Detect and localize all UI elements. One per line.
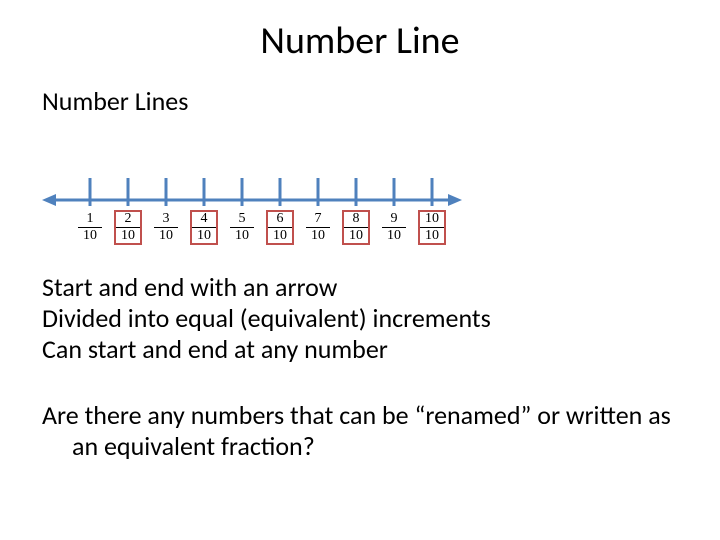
bullet-3: Can start and end at any number xyxy=(42,334,491,365)
body-text: Start and end with an arrow Divided into… xyxy=(42,272,491,366)
tick-label-2: 210 xyxy=(116,212,140,243)
tick-label-8: 810 xyxy=(344,212,368,243)
tick-label-3: 310 xyxy=(154,212,178,243)
tick-label-1: 110 xyxy=(78,212,102,243)
tick-label-10: 1010 xyxy=(420,212,444,243)
tick-label-4: 410 xyxy=(192,212,216,243)
bullet-1: Start and end with an arrow xyxy=(42,272,491,303)
slide-title: Number Line xyxy=(0,18,720,64)
tick-label-7: 710 xyxy=(306,212,330,243)
bullet-2: Divided into equal (equivalent) incremen… xyxy=(42,303,491,334)
slide: Number Line Number Lines 110 210 310 410… xyxy=(0,0,720,540)
tick-label-6: 610 xyxy=(268,212,292,243)
number-line: 110 210 310 410 510 610 710 810 910 1010 xyxy=(42,160,462,260)
slide-subtitle: Number Lines xyxy=(42,85,188,117)
question-text: Are there any numbers that can be “renam… xyxy=(42,400,692,462)
number-line-svg xyxy=(42,160,462,210)
tick-label-5: 510 xyxy=(230,212,254,243)
tick-label-9: 910 xyxy=(382,212,406,243)
